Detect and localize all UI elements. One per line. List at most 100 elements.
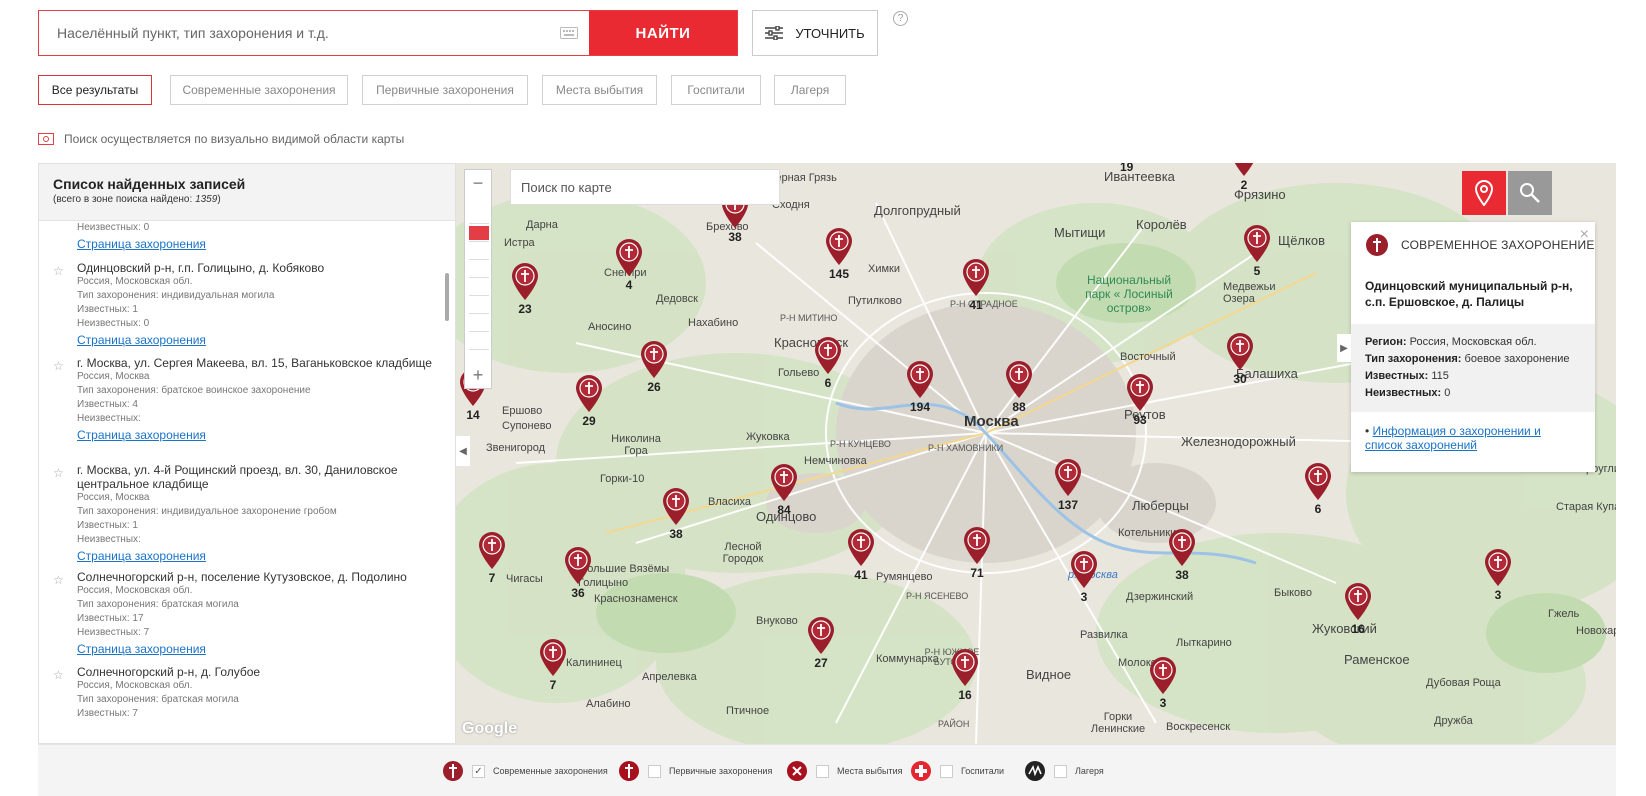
results-list-panel: Список найденных записей (всего в зоне п… (38, 163, 456, 744)
burial-marker[interactable]: 16 (950, 649, 980, 702)
search-area-button[interactable] (1508, 171, 1552, 215)
record-line: Россия, Московская обл. (77, 585, 193, 596)
burial-marker[interactable]: 2 (1229, 163, 1259, 192)
burial-marker[interactable]: 145 (824, 228, 854, 281)
burial-marker[interactable]: 194 (905, 361, 935, 414)
marker-count: 36 (571, 586, 585, 600)
marker-count: 3 (1159, 696, 1167, 710)
burial-marker[interactable]: 3 (1483, 549, 1513, 602)
star-icon[interactable]: ☆ (53, 668, 64, 682)
close-icon[interactable]: × (1580, 226, 1589, 244)
burial-marker[interactable]: 29 (574, 375, 604, 428)
legend-label: Лагеря (1075, 766, 1104, 776)
marker-count: 38 (728, 230, 742, 244)
burial-marker[interactable]: 5 (1242, 225, 1272, 278)
map-place-label: Долгопрудный (874, 203, 961, 218)
marker-count: 137 (1057, 498, 1079, 512)
record-link[interactable]: Страница захоронения (77, 236, 206, 252)
burial-marker[interactable]: 26 (639, 341, 669, 394)
burial-marker[interactable]: 36 (563, 547, 593, 600)
record-link[interactable]: Страница захоронения (77, 548, 206, 564)
popup-expand-button[interactable]: ▶ (1337, 334, 1351, 362)
marker-count: 5 (1253, 264, 1261, 278)
record-link[interactable]: Страница захоронения (77, 641, 206, 657)
legend-hospitals[interactable]: Госпитали (910, 760, 1004, 782)
star-icon[interactable]: ☆ (53, 359, 64, 373)
burial-marker[interactable]: 16 (1343, 583, 1373, 636)
map-place-label: Р-Н ХАМОВНИКИ (928, 443, 1004, 453)
cross-marker-icon (576, 375, 602, 412)
burial-marker[interactable]: 3 (1148, 657, 1178, 710)
zoom-level-indicator[interactable] (469, 226, 489, 240)
map-place-label: Национальный парк « Лосиный остров» (1085, 273, 1173, 315)
filter-primary-burials[interactable]: Первичные захоронения (362, 75, 528, 105)
star-icon[interactable]: ☆ (53, 264, 64, 278)
record-link[interactable]: Страница захоронения (77, 332, 206, 348)
zoom-out-button[interactable]: − (465, 170, 491, 196)
map-place-label: Ивантеевка (1104, 169, 1175, 184)
filter-hospitals[interactable]: Госпитали (671, 75, 761, 105)
cross-marker-icon (479, 532, 505, 569)
legend-camps[interactable]: Лагеря (1024, 760, 1104, 782)
keyboard-icon[interactable] (549, 11, 589, 55)
burial-marker[interactable]: 84 (769, 464, 799, 517)
map-place-label: Ершово (502, 405, 543, 417)
burial-marker[interactable]: 27 (806, 617, 836, 670)
map-place-label: Видное (1026, 667, 1072, 682)
burial-marker[interactable]: 6 (813, 337, 843, 390)
burial-marker[interactable]: 4 (614, 239, 644, 292)
burial-marker[interactable]: 38 (661, 488, 691, 541)
location-pin-button[interactable] (1462, 171, 1506, 215)
map-place-label: РАЙОН (938, 719, 970, 729)
burial-marker[interactable]: 3 (1069, 551, 1099, 604)
filter-all-results[interactable]: Все результаты (38, 75, 152, 105)
legend-checkbox[interactable] (816, 764, 829, 778)
map-place-label: Николина Гора (611, 433, 661, 457)
filter-camps[interactable]: Лагеря (774, 75, 846, 105)
legend-checkbox[interactable] (1054, 764, 1067, 778)
filter-modern-burials[interactable]: Современные захоронения (170, 75, 348, 105)
burial-marker[interactable]: 71 (962, 527, 992, 580)
burial-marker[interactable]: 23 (510, 263, 540, 316)
record-line: Россия, Московская обл. (77, 680, 193, 691)
legend-label: Места выбытия (837, 766, 903, 776)
legend-primary-burials[interactable]: Первичные захоронения (618, 760, 772, 782)
legend-checkbox[interactable] (940, 764, 953, 778)
map-place-label: Раменское (1344, 652, 1410, 667)
burial-marker[interactable]: 88 (1004, 361, 1034, 414)
cross-marker-icon (616, 239, 642, 276)
map[interactable]: Черная Грязь Сходня Долгопрудный Ивантее… (456, 163, 1616, 744)
map-place-label: Старая Купавна (1556, 501, 1616, 513)
burial-marker[interactable]: 7 (538, 639, 568, 692)
burial-marker[interactable]: 41 (961, 259, 991, 312)
collapse-list-button[interactable]: ◀ (456, 436, 470, 466)
burial-marker[interactable]: 41 (846, 529, 876, 582)
legend-modern-burials[interactable]: ✓ Современные захоронения (442, 760, 608, 782)
search-input[interactable] (39, 11, 549, 55)
burial-marker[interactable]: 30 (1225, 333, 1255, 386)
burial-marker[interactable]: 93 (1125, 374, 1155, 427)
list-body[interactable]: Неизвестных: 0 Страница захоронения ☆ Од… (39, 221, 455, 743)
burial-marker[interactable]: 6 (1303, 463, 1333, 516)
list-scrollbar[interactable] (445, 273, 449, 321)
cross-marker-icon (512, 263, 538, 300)
legend-checkbox[interactable]: ✓ (472, 764, 485, 778)
find-button[interactable]: НАЙТИ (589, 11, 737, 55)
star-icon[interactable]: ☆ (53, 573, 64, 587)
burial-marker[interactable]: 38 (1167, 529, 1197, 582)
map-search-input[interactable]: Поиск по карте (510, 169, 780, 205)
burial-info-link[interactable]: Информация о захоронении и список захоро… (1365, 424, 1541, 452)
help-icon[interactable]: ? (893, 11, 908, 26)
burial-marker[interactable]: 7 (477, 532, 507, 585)
list-title: Список найденных записей (53, 176, 246, 192)
record-link[interactable]: Страница захоронения (77, 427, 206, 443)
zoom-in-button[interactable]: + (465, 362, 491, 388)
filter-departure-places[interactable]: Места выбытия (542, 75, 657, 105)
legend-checkbox[interactable] (648, 764, 661, 778)
refine-button[interactable]: УТОЧНИТЬ (752, 10, 878, 56)
modern-burial-icon (1366, 234, 1388, 256)
legend-departure-places[interactable]: Места выбытия (786, 760, 903, 782)
star-icon[interactable]: ☆ (53, 466, 64, 480)
cross-marker-icon (1071, 551, 1097, 588)
burial-marker[interactable]: 137 (1053, 459, 1083, 512)
